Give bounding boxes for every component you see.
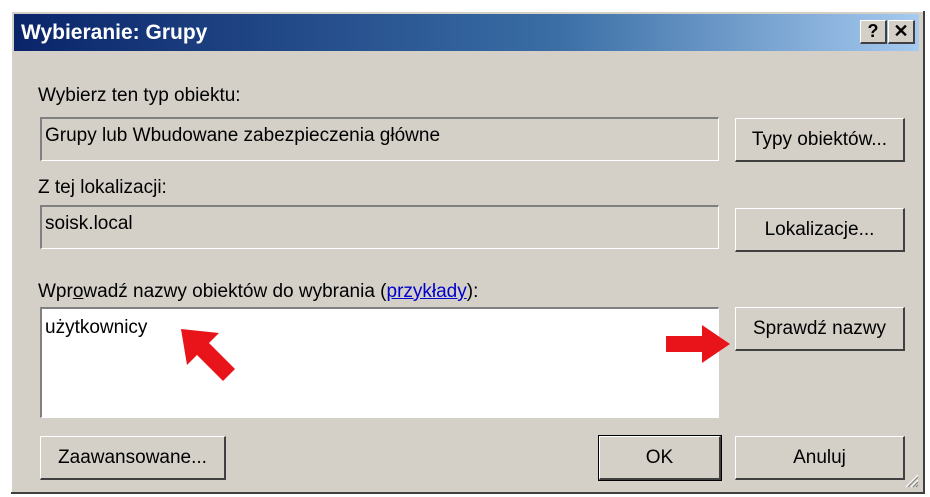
- window-title: Wybieranie: Grupy: [21, 21, 208, 44]
- arrow-pointing-to-input-icon: [181, 329, 235, 381]
- object-types-button[interactable]: Typy obiektów...: [735, 118, 905, 162]
- object-type-label: Wybierz ten typ obiektu:: [38, 85, 241, 106]
- examples-link[interactable]: przykłady: [387, 281, 467, 302]
- location-field: soisk.local: [40, 205, 719, 249]
- arrow-pointing-to-check-names-icon: [666, 325, 730, 363]
- location-label: Z tej lokalizacji:: [38, 177, 167, 198]
- object-type-field: Grupy lub Wbudowane zabezpieczenia główn…: [40, 117, 719, 161]
- names-label: Wprowadź nazwy obiektów do wybrania (prz…: [38, 281, 479, 302]
- help-button[interactable]: ?: [860, 20, 887, 44]
- locations-button[interactable]: Lokalizacje...: [735, 208, 905, 252]
- advanced-button[interactable]: Zaawansowane...: [40, 436, 226, 480]
- cancel-button[interactable]: Anuluj: [735, 436, 905, 480]
- resize-grip-icon[interactable]: [903, 472, 919, 488]
- check-names-button[interactable]: Sprawdź nazwy: [735, 307, 905, 351]
- close-icon: ✕: [893, 21, 909, 41]
- title-bar[interactable]: Wybieranie: Grupy ? ✕: [14, 14, 919, 51]
- close-button[interactable]: ✕: [888, 20, 915, 44]
- help-icon: ?: [867, 21, 879, 41]
- select-groups-dialog: Wybieranie: Grupy ? ✕ Wybierz ten typ ob…: [11, 11, 925, 494]
- object-names-input[interactable]: użytkownicy: [40, 307, 719, 418]
- ok-button[interactable]: OK: [598, 435, 722, 481]
